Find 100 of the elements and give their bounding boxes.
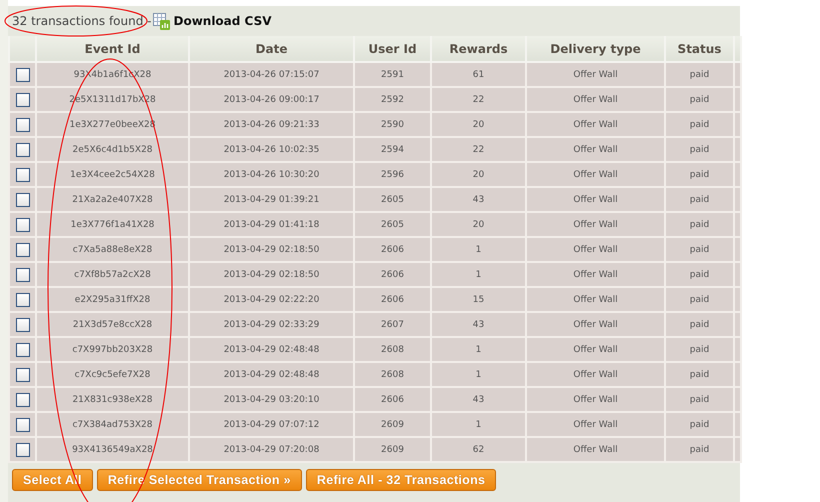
download-csv-link[interactable]: Download CSV [153,12,272,30]
table-cell: 15 [431,287,526,312]
table-cell: 20 [431,112,526,137]
table-cell: 2608 [354,337,431,362]
table-cell: paid [665,237,734,262]
table-cell: 1 [431,262,526,287]
table-cell: 2590 [354,112,431,137]
table-cell: 2013-04-29 02:18:50 [189,237,354,262]
table-cell: 2606 [354,387,431,412]
table-cell: Offer Wall [526,412,665,437]
table-cell: paid [665,187,734,212]
table-cell: e2X295a31ffX28 [36,287,189,312]
table-cell: c7X384ad753X28 [36,412,189,437]
table-cell: 43 [431,312,526,337]
table-cell: 1 [431,337,526,362]
table-cell: Offer Wall [526,112,665,137]
column-header[interactable]: Status [665,36,734,62]
row-checkbox[interactable] [16,318,30,332]
table-cell: Offer Wall [526,62,665,87]
table-cell: Offer Wall [526,387,665,412]
table-cell: 2013-04-26 09:00:17 [189,87,354,112]
table-cell: 21X831c938eX28 [36,387,189,412]
table-cell: paid [665,212,734,237]
table-cell: 2013-04-29 07:07:12 [189,412,354,437]
table-cell: paid [665,62,734,87]
table-cell: 2013-04-26 07:15:07 [189,62,354,87]
row-checkbox[interactable] [16,68,30,82]
table-cell: 2607 [354,312,431,337]
table-cell: Offer Wall [526,87,665,112]
table-cell: Offer Wall [526,312,665,337]
table-cell: 20 [431,212,526,237]
table-cell: c7Xc9c5efe7X28 [36,362,189,387]
table-cell: 20 [431,162,526,187]
table-cell: 2591 [354,62,431,87]
table-cell: Offer Wall [526,212,665,237]
table-cell: 2e5X6c4d1b5X28 [36,137,189,162]
table-cell: c7Xa5a88e8eX28 [36,237,189,262]
table-cell: Offer Wall [526,362,665,387]
table-cell: 22 [431,137,526,162]
table-cell: 2605 [354,187,431,212]
table-cell: paid [665,312,734,337]
table-cell: 2594 [354,137,431,162]
table-cell: 2013-04-29 02:48:48 [189,337,354,362]
column-header[interactable]: Event Id [36,36,189,62]
table-cell: 2013-04-29 02:33:29 [189,312,354,337]
table-cell: 2013-04-29 07:20:08 [189,437,354,462]
table-cell: 2013-04-29 02:48:48 [189,362,354,387]
row-checkbox[interactable] [16,118,30,132]
table-cell: 1 [431,412,526,437]
row-checkbox[interactable] [16,292,30,306]
table-cell: Offer Wall [526,137,665,162]
row-checkbox[interactable] [16,418,30,432]
table-cell: Offer Wall [526,337,665,362]
table-cell: paid [665,162,734,187]
table-cell: 2596 [354,162,431,187]
table-cell: 2013-04-29 02:18:50 [189,262,354,287]
table-cell: 21X3d57e8ccX28 [36,312,189,337]
row-checkbox[interactable] [16,392,30,406]
table-cell: 2608 [354,362,431,387]
table-cell: 2013-04-29 02:22:20 [189,287,354,312]
row-checkbox[interactable] [16,442,30,456]
table-cell: paid [665,112,734,137]
row-checkbox[interactable] [16,168,30,182]
table-cell: 1e3X4cee2c54X28 [36,162,189,187]
table-cell: 1 [431,237,526,262]
table-cell: 2013-04-29 03:20:10 [189,387,354,412]
row-checkbox[interactable] [16,242,30,256]
table-cell: 2606 [354,262,431,287]
table-cell: 2609 [354,437,431,462]
column-header[interactable]: Date [189,36,354,62]
table-cell: 61 [431,62,526,87]
table-cell: Offer Wall [526,287,665,312]
table-cell: 2013-04-26 09:21:33 [189,112,354,137]
table-cell: paid [665,262,734,287]
row-checkbox[interactable] [16,92,30,106]
row-checkbox[interactable] [16,268,30,282]
table-cell: paid [665,362,734,387]
table-cell: paid [665,287,734,312]
table-cell: 2605 [354,212,431,237]
table-cell: 2013-04-29 01:41:18 [189,212,354,237]
table-cell: 22 [431,87,526,112]
table-cell: paid [665,437,734,462]
row-checkbox[interactable] [16,142,30,156]
table-cell: paid [665,412,734,437]
column-header[interactable]: Rewards [431,36,526,62]
table-cell: 2013-04-26 10:02:35 [189,137,354,162]
result-count: 32 transactions found - [12,14,152,28]
row-checkbox[interactable] [16,342,30,356]
row-checkbox[interactable] [16,368,30,382]
row-checkbox[interactable] [16,192,30,206]
table-cell: 2013-04-29 01:39:21 [189,187,354,212]
table-cell: paid [665,87,734,112]
row-checkbox[interactable] [16,218,30,232]
column-header[interactable]: Delivery type [526,36,665,62]
spreadsheet-icon [153,12,170,30]
table-cell: paid [665,337,734,362]
table-cell: paid [665,387,734,412]
column-header[interactable]: User Id [354,36,431,62]
table-cell: Offer Wall [526,437,665,462]
table-cell: Offer Wall [526,187,665,212]
